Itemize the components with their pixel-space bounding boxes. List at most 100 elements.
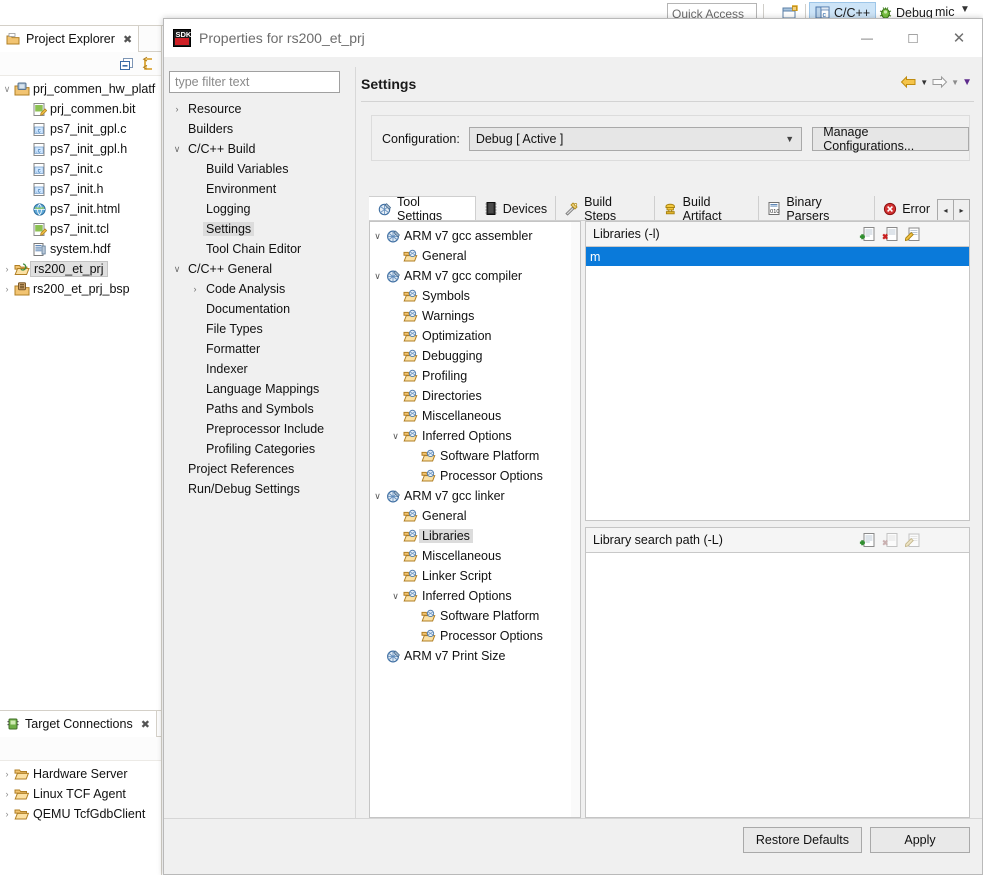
nav-item[interactable]: Logging: [169, 199, 349, 219]
nav-item[interactable]: Settings: [169, 219, 349, 239]
tab-error[interactable]: Error: [874, 196, 938, 221]
close-icon[interactable]: ✖: [123, 33, 132, 46]
chevron-collapsed-icon[interactable]: ›: [0, 809, 14, 819]
tool-tree-item[interactable]: Optimization: [370, 326, 580, 346]
tool-tree-item[interactable]: General: [370, 506, 580, 526]
tab-scroll-right-button[interactable]: ▸: [953, 199, 970, 221]
configuration-select[interactable]: Debug [ Active ] ▼: [468, 127, 803, 151]
nav-item[interactable]: Run/Debug Settings: [169, 479, 349, 499]
forward-arrow-icon[interactable]: [931, 75, 948, 89]
nav-item[interactable]: Builders: [169, 119, 349, 139]
nav-item[interactable]: Environment: [169, 179, 349, 199]
tool-tree-item[interactable]: Debugging: [370, 346, 580, 366]
back-dropdown-icon[interactable]: ▼: [920, 78, 928, 87]
tool-tree-item[interactable]: ARM v7 Print Size: [370, 646, 580, 666]
nav-item[interactable]: Build Variables: [169, 159, 349, 179]
tool-tree-item[interactable]: Warnings: [370, 306, 580, 326]
nav-item[interactable]: Language Mappings: [169, 379, 349, 399]
project-explorer-tree[interactable]: ∨ prj_commen_hw_platf prj_commen.bit .c ps7_…: [0, 76, 161, 710]
tool-tree-item[interactable]: Directories: [370, 386, 580, 406]
tool-tree-item[interactable]: Libraries: [370, 526, 580, 546]
tool-tree-item[interactable]: ∨ Inferred Options: [370, 426, 580, 446]
tool-tree-item[interactable]: Symbols: [370, 286, 580, 306]
tree-item[interactable]: ps7_init.tcl: [0, 219, 161, 239]
nav-item[interactable]: › Code Analysis: [169, 279, 349, 299]
apply-button[interactable]: Apply: [870, 827, 970, 853]
tab-build-artifact[interactable]: Build Artifact: [653, 195, 759, 223]
tree-item[interactable]: › rs200_et_prj_bsp: [0, 279, 161, 299]
tool-tree-item[interactable]: ∨ ARM v7 gcc linker: [370, 486, 580, 506]
tree-item[interactable]: .c ps7_init.c: [0, 159, 161, 179]
nav-item[interactable]: ∨ C/C++ Build: [169, 139, 349, 159]
back-arrow-icon[interactable]: [900, 75, 917, 89]
chevron-collapsed-icon[interactable]: ›: [169, 104, 185, 114]
tool-tree-item[interactable]: Miscellaneous: [370, 406, 580, 426]
edit-icon[interactable]: [905, 226, 922, 242]
page-menu-icon[interactable]: ▼: [962, 77, 972, 88]
nav-item[interactable]: Indexer: [169, 359, 349, 379]
chevron-collapsed-icon[interactable]: ›: [0, 264, 14, 274]
nav-item[interactable]: Documentation: [169, 299, 349, 319]
restore-defaults-button[interactable]: Restore Defaults: [742, 827, 862, 853]
tool-tree-scrollbar[interactable]: [571, 222, 580, 817]
properties-nav-tree[interactable]: › Resource Builders ∨ C/C++ Build Build Varia…: [169, 99, 349, 846]
tab-scroll-left-button[interactable]: ◂: [937, 199, 954, 221]
tree-item[interactable]: › Hardware Server: [0, 764, 161, 784]
tool-tree-item[interactable]: Processor Options: [370, 466, 580, 486]
tree-item[interactable]: .c ps7_init_gpl.h: [0, 139, 161, 159]
tool-tree-item[interactable]: ∨ Inferred Options: [370, 586, 580, 606]
tree-item[interactable]: › Linux TCF Agent: [0, 784, 161, 804]
nav-item[interactable]: Preprocessor Include: [169, 419, 349, 439]
tool-tree-item[interactable]: General: [370, 246, 580, 266]
manage-configurations-button[interactable]: Manage Configurations...: [812, 125, 969, 153]
tree-item[interactable]: system.hdf: [0, 239, 161, 259]
tool-tree-item[interactable]: Software Platform: [370, 446, 580, 466]
perspective-more-icon[interactable]: ▼: [960, 4, 970, 15]
tab-build-steps[interactable]: Build Steps: [555, 195, 654, 223]
tool-tree-item[interactable]: Miscellaneous: [370, 546, 580, 566]
filter-input[interactable]: type filter text: [169, 71, 340, 93]
tree-item[interactable]: prj_commen.bit: [0, 99, 161, 119]
maximize-button[interactable]: □: [890, 19, 936, 57]
tool-tree[interactable]: ∨ ARM v7 gcc assembler General ∨ ARM v7 gcc …: [370, 222, 580, 666]
tab-target-connections[interactable]: Target Connections ✖: [0, 711, 157, 737]
list-item[interactable]: m: [586, 247, 969, 266]
chevron-expanded-icon[interactable]: ∨: [388, 431, 403, 442]
collapse-all-icon[interactable]: [119, 56, 135, 72]
tab-devices[interactable]: Devices: [474, 196, 556, 221]
forward-dropdown-icon[interactable]: ▼: [951, 78, 959, 87]
nav-item[interactable]: ∨ C/C++ General: [169, 259, 349, 279]
tab-binary-parsers[interactable]: 010 Binary Parsers: [758, 195, 875, 223]
tool-tree-item[interactable]: Linker Script: [370, 566, 580, 586]
close-icon[interactable]: ✖: [141, 718, 150, 731]
nav-item[interactable]: Project References: [169, 459, 349, 479]
delete-icon[interactable]: [882, 226, 899, 242]
tree-item[interactable]: › rs200_et_prj: [0, 259, 161, 279]
tool-tree-item[interactable]: Profiling: [370, 366, 580, 386]
tab-project-explorer[interactable]: Project Explorer ✖: [0, 26, 140, 52]
tool-tree-item[interactable]: ∨ ARM v7 gcc compiler: [370, 266, 580, 286]
tree-item[interactable]: ps7_init.html: [0, 199, 161, 219]
chevron-collapsed-icon[interactable]: ›: [0, 284, 14, 294]
nav-item[interactable]: Formatter: [169, 339, 349, 359]
chevron-expanded-icon[interactable]: ∨: [370, 271, 385, 282]
link-with-editor-icon[interactable]: [140, 56, 156, 72]
nav-item[interactable]: › Resource: [169, 99, 349, 119]
chevron-collapsed-icon[interactable]: ›: [0, 769, 14, 779]
chevron-collapsed-icon[interactable]: ›: [0, 789, 14, 799]
add-icon[interactable]: [859, 226, 876, 242]
target-connections-tree[interactable]: › Hardware Server › Linux TCF Agent › QEMU Tc…: [0, 761, 161, 875]
chevron-collapsed-icon[interactable]: ›: [187, 284, 203, 294]
chevron-expanded-icon[interactable]: ∨: [370, 491, 385, 502]
perspective-clipped-label[interactable]: mic: [935, 5, 954, 19]
tab-tool-settings[interactable]: Tool Settings: [369, 195, 475, 223]
tree-item[interactable]: › QEMU TcfGdbClient: [0, 804, 161, 824]
minimize-button[interactable]: —: [844, 19, 890, 57]
close-button[interactable]: ✕: [936, 19, 982, 57]
tree-item[interactable]: .c ps7_init_gpl.c: [0, 119, 161, 139]
nav-item[interactable]: Profiling Categories: [169, 439, 349, 459]
add-icon[interactable]: [859, 532, 876, 548]
chevron-expanded-icon[interactable]: ∨: [370, 231, 385, 242]
tool-tree-item[interactable]: Software Platform: [370, 606, 580, 626]
tree-item[interactable]: .c ps7_init.h: [0, 179, 161, 199]
